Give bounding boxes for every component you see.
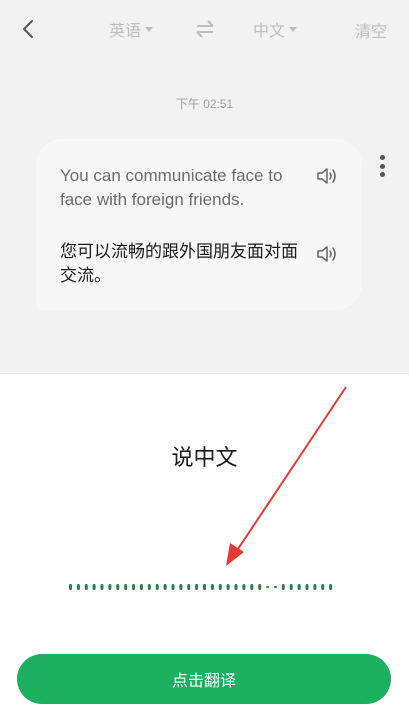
play-translation-button[interactable] <box>316 243 340 265</box>
waveform-bar <box>76 584 80 590</box>
waveform-bar <box>163 584 167 590</box>
waveform-bar <box>226 584 230 590</box>
play-original-button[interactable] <box>316 165 340 187</box>
more-options-button[interactable] <box>374 152 390 180</box>
waveform-bar <box>203 584 206 590</box>
more-dot <box>379 163 385 169</box>
clear-button[interactable]: 清空 <box>355 18 387 42</box>
message-timestamp: 下午 02:51 <box>175 97 234 111</box>
waveform-bar <box>116 584 120 590</box>
waveform-bar <box>84 584 88 590</box>
waveform-bar <box>171 584 175 590</box>
waveform-bar <box>147 584 151 590</box>
back-button[interactable] <box>16 16 40 42</box>
translate-button[interactable]: 点击翻译 <box>17 654 391 704</box>
waveform-bar <box>124 584 128 590</box>
waveform-bar <box>132 584 136 590</box>
target-language-label: 中文 <box>253 23 286 40</box>
caret-down-icon <box>145 26 154 32</box>
waveform-bar <box>92 584 96 590</box>
waveform-bar <box>139 584 143 590</box>
waveform-bar <box>234 584 238 590</box>
swap-languages-button[interactable] <box>194 18 216 40</box>
caret-down-icon <box>289 26 298 32</box>
waveform-bar <box>258 584 262 590</box>
waveform-bar <box>187 584 191 590</box>
waveform-bar <box>305 584 309 590</box>
waveform-bar <box>108 584 112 590</box>
waveform-bar <box>100 584 104 590</box>
source-language-select[interactable]: 英语 <box>109 18 154 40</box>
speaker-icon <box>317 168 336 184</box>
original-text: You can communicate face to face with fo… <box>60 166 283 209</box>
waveform-bar <box>242 584 246 590</box>
waveform-bar <box>179 584 183 590</box>
chevron-left-icon <box>23 20 33 38</box>
waveform-bar <box>210 584 214 590</box>
swap-arrows-icon <box>196 20 214 38</box>
waveform-bar <box>155 584 159 590</box>
voice-waveform[interactable] <box>68 583 336 591</box>
waveform-bar <box>218 584 222 590</box>
waveform-bar <box>195 584 199 590</box>
more-dot <box>379 172 385 177</box>
waveform-bar <box>69 584 72 590</box>
waveform-bar <box>281 584 285 590</box>
top-bar: 英语 中文 清空 <box>0 0 409 58</box>
target-language-select[interactable]: 中文 <box>253 18 298 40</box>
source-language-label: 英语 <box>109 23 142 40</box>
more-vertical-icon <box>379 155 385 160</box>
waveform-bar <box>329 584 333 590</box>
translated-text: 您可以流畅的跟外国朋友面对面交流。 <box>60 242 298 285</box>
waveform-bar <box>266 586 270 588</box>
speak-prompt: 说中文 <box>171 445 238 470</box>
speaker-icon <box>317 246 336 262</box>
waveform-bar <box>297 584 301 590</box>
waveform-bar <box>289 584 293 590</box>
waveform-bar <box>273 586 277 588</box>
waveform-bar <box>313 584 317 590</box>
waveform-bar <box>321 584 325 590</box>
waveform-bar <box>250 584 254 590</box>
